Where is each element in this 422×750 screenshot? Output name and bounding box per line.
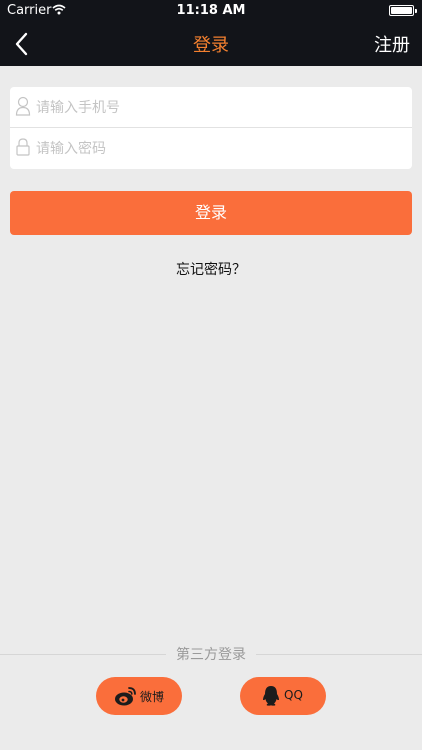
password-row xyxy=(10,128,412,169)
qq-label: QQ xyxy=(284,688,303,702)
login-screen: Carrier 11:18 AM 登录 注册 请输入手机号 登录 忘记密码？ 第… xyxy=(0,0,422,750)
qq-icon xyxy=(263,686,279,706)
weibo-label: 微博 xyxy=(140,690,165,704)
battery-icon xyxy=(389,5,417,16)
phone-input[interactable] xyxy=(36,93,402,123)
status-bar: Carrier 11:18 AM xyxy=(0,0,422,22)
register-button[interactable]: 注册 xyxy=(374,31,410,57)
weibo-login-button[interactable]: 微博 xyxy=(96,677,182,715)
status-time: 11:18 AM xyxy=(176,3,246,18)
password-input[interactable] xyxy=(36,134,402,164)
top-bar: Carrier 11:18 AM 登录 注册 xyxy=(0,0,422,66)
login-button[interactable]: 登录 xyxy=(10,191,412,235)
weibo-icon xyxy=(115,687,136,706)
user-icon xyxy=(15,96,31,116)
third-party-label: 第三方登录 xyxy=(166,645,256,665)
phone-row xyxy=(10,87,412,128)
lock-icon xyxy=(16,138,30,156)
battery-fill xyxy=(391,7,412,14)
navigation-bar: 登录 注册 xyxy=(0,22,422,66)
qq-login-button[interactable]: QQ xyxy=(240,677,326,715)
forgot-password-link[interactable]: 忘记密码？ xyxy=(0,259,422,279)
login-form xyxy=(10,87,412,169)
page-title: 登录 xyxy=(193,35,229,56)
